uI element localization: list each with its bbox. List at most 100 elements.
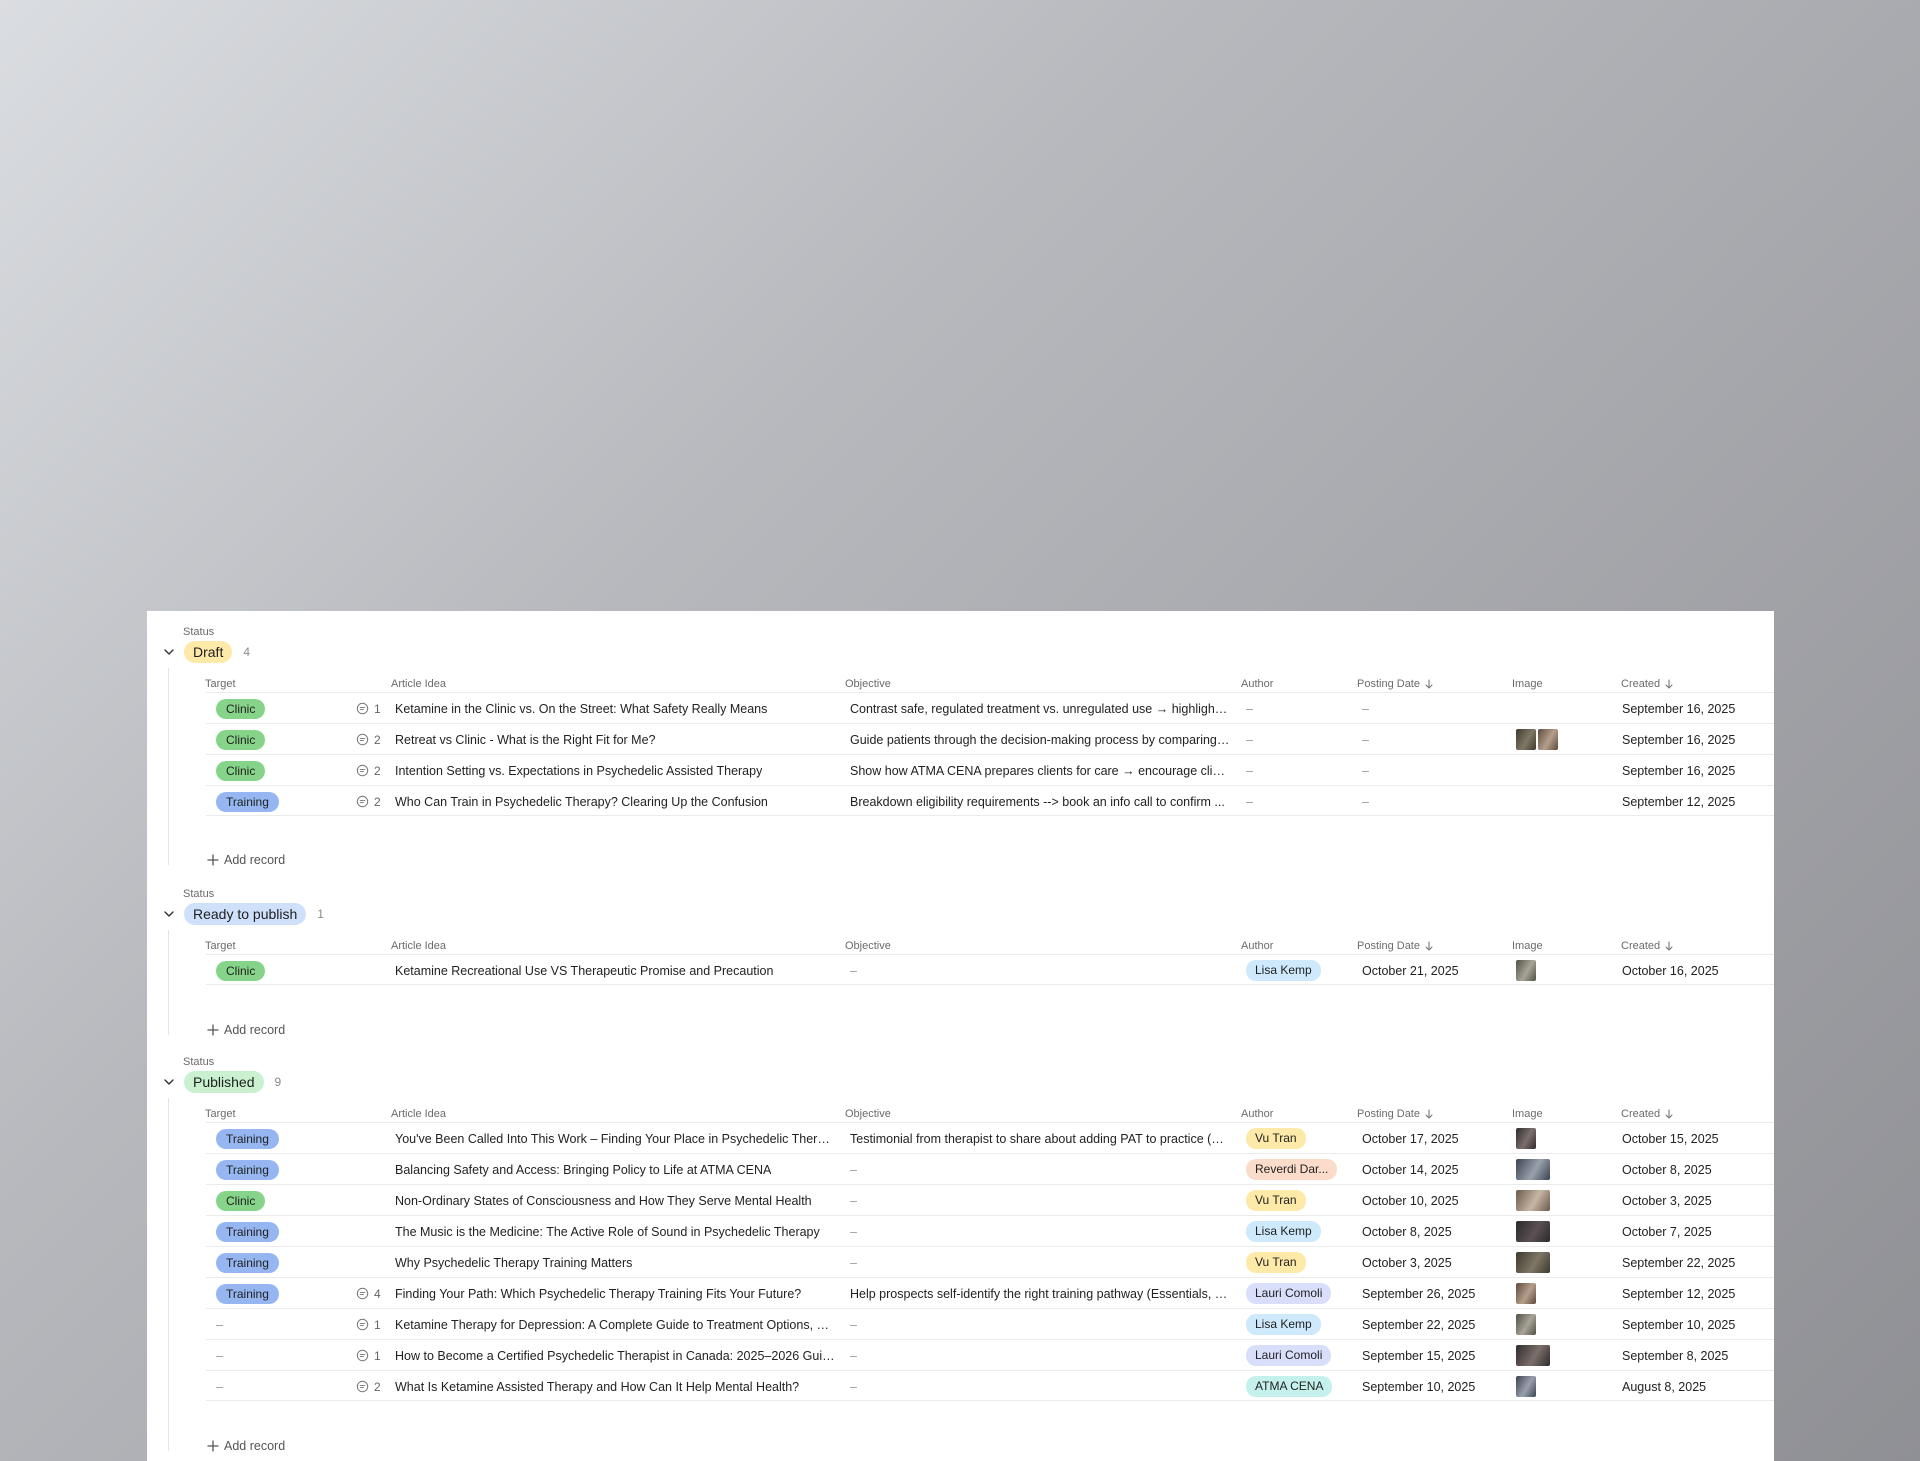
author-cell[interactable]: Lisa Kemp bbox=[1246, 1216, 1321, 1247]
author-cell[interactable]: Vu Tran bbox=[1246, 1247, 1306, 1278]
author-cell[interactable]: Lauri Comoli bbox=[1246, 1340, 1332, 1371]
image-thumbnail[interactable] bbox=[1516, 1159, 1550, 1180]
article-idea-cell[interactable]: Ketamine Therapy for Depression: A Compl… bbox=[395, 1309, 835, 1340]
created-cell[interactable]: October 15, 2025 bbox=[1622, 1123, 1719, 1154]
image-cell[interactable] bbox=[1516, 1123, 1536, 1154]
comments[interactable]: 4 bbox=[356, 1287, 381, 1301]
article-idea-cell[interactable]: The Music is the Medicine: The Active Ro… bbox=[395, 1216, 835, 1247]
column-header-author[interactable]: Author bbox=[1241, 1108, 1273, 1120]
table-row[interactable]: Training Why Psychedelic Therapy Training… bbox=[206, 1246, 1774, 1277]
comments[interactable]: 1 bbox=[356, 1318, 381, 1332]
objective-cell[interactable]: – bbox=[850, 1309, 1230, 1340]
article-idea-cell[interactable]: Non-Ordinary States of Consciousness and… bbox=[395, 1185, 835, 1216]
database-board-view: Status Draft 4 Target Article Idea Objective A… bbox=[147, 611, 1774, 1461]
objective-cell[interactable]: Help prospects self-identify the right t… bbox=[850, 1278, 1230, 1309]
created-cell[interactable]: September 22, 2025 bbox=[1622, 1247, 1735, 1278]
comment-count-cell[interactable]: 1 bbox=[356, 1340, 381, 1371]
author-cell[interactable]: Vu Tran bbox=[1246, 1185, 1306, 1216]
column-header-target[interactable]: Target bbox=[205, 1108, 236, 1120]
objective-cell[interactable]: – bbox=[850, 1340, 1230, 1371]
author-cell[interactable]: Lisa Kemp bbox=[1246, 1309, 1321, 1340]
table-row[interactable]: – 1 How to Become a Certified Psychedelic … bbox=[206, 1339, 1774, 1370]
table-row[interactable]: – 2 What Is Ketamine Assisted Therapy and … bbox=[206, 1370, 1774, 1401]
column-header-objective[interactable]: Objective bbox=[845, 1108, 891, 1120]
image-cell[interactable] bbox=[1516, 1340, 1550, 1371]
target-cell[interactable]: Training bbox=[216, 1278, 279, 1309]
add-record-button[interactable]: Add record bbox=[207, 1439, 285, 1453]
article-idea-cell[interactable]: You've Been Called Into This Work – Find… bbox=[395, 1123, 835, 1154]
posting-date-cell[interactable]: October 8, 2025 bbox=[1362, 1216, 1452, 1247]
image-thumbnail[interactable] bbox=[1516, 1345, 1550, 1366]
posting-date-cell[interactable]: September 22, 2025 bbox=[1362, 1309, 1475, 1340]
target-cell[interactable]: Training bbox=[216, 1247, 279, 1278]
article-idea-cell[interactable]: What Is Ketamine Assisted Therapy and Ho… bbox=[395, 1371, 835, 1402]
created-cell[interactable]: September 10, 2025 bbox=[1622, 1309, 1735, 1340]
author-cell[interactable]: ATMA CENA bbox=[1246, 1371, 1333, 1402]
column-header-image[interactable]: Image bbox=[1512, 1108, 1543, 1120]
image-cell[interactable] bbox=[1516, 1309, 1536, 1340]
posting-date-cell[interactable]: October 17, 2025 bbox=[1362, 1123, 1459, 1154]
target-cell[interactable]: Training bbox=[216, 1123, 279, 1154]
image-thumbnail[interactable] bbox=[1516, 1128, 1536, 1149]
created-cell[interactable]: September 8, 2025 bbox=[1622, 1340, 1728, 1371]
table-row[interactable]: Training The Music is the Medicine: The A… bbox=[206, 1215, 1774, 1246]
table-row[interactable]: Training 4 Finding Your Path: Which Psyche… bbox=[206, 1277, 1774, 1308]
target-cell[interactable]: – bbox=[216, 1340, 223, 1371]
image-cell[interactable] bbox=[1516, 1154, 1550, 1185]
table-row[interactable]: Clinic Non-Ordinary States of Consciousne… bbox=[206, 1184, 1774, 1215]
image-thumbnail[interactable] bbox=[1516, 1221, 1550, 1242]
created-cell[interactable]: October 8, 2025 bbox=[1622, 1154, 1712, 1185]
target-cell[interactable]: Clinic bbox=[216, 1185, 266, 1216]
author-cell[interactable]: Reverdi Dar... bbox=[1246, 1154, 1338, 1185]
objective-cell[interactable]: Testimonial from therapist to share abou… bbox=[850, 1123, 1230, 1154]
target-cell[interactable]: – bbox=[216, 1309, 223, 1340]
image-thumbnail[interactable] bbox=[1516, 1376, 1536, 1397]
image-cell[interactable] bbox=[1516, 1278, 1536, 1309]
objective-cell[interactable]: – bbox=[850, 1154, 1230, 1185]
comments[interactable]: 2 bbox=[356, 1380, 381, 1394]
posting-date-cell[interactable]: September 10, 2025 bbox=[1362, 1371, 1475, 1402]
objective-cell[interactable]: – bbox=[850, 1371, 1230, 1402]
posting-date-cell[interactable]: September 26, 2025 bbox=[1362, 1278, 1475, 1309]
column-header-article-idea[interactable]: Article Idea bbox=[391, 1108, 446, 1120]
article-idea-cell[interactable]: Balancing Safety and Access: Bringing Po… bbox=[395, 1154, 835, 1185]
image-thumbnail[interactable] bbox=[1516, 1283, 1536, 1304]
column-header-posting-date[interactable]: Posting Date bbox=[1357, 1108, 1434, 1120]
posting-date-cell[interactable]: October 14, 2025 bbox=[1362, 1154, 1459, 1185]
article-idea-cell[interactable]: How to Become a Certified Psychedelic Th… bbox=[395, 1340, 835, 1371]
created-cell[interactable]: August 8, 2025 bbox=[1622, 1371, 1706, 1402]
table-row[interactable]: Training You've Been Called Into This Wor… bbox=[206, 1122, 1774, 1153]
image-cell[interactable] bbox=[1516, 1371, 1536, 1402]
created-cell[interactable]: September 12, 2025 bbox=[1622, 1278, 1735, 1309]
author-cell[interactable]: Lauri Comoli bbox=[1246, 1278, 1332, 1309]
created-cell[interactable]: October 3, 2025 bbox=[1622, 1185, 1712, 1216]
image-thumbnail[interactable] bbox=[1516, 1252, 1550, 1273]
posting-date-cell[interactable]: October 3, 2025 bbox=[1362, 1247, 1452, 1278]
created-date: September 22, 2025 bbox=[1622, 1255, 1736, 1270]
article-idea-cell[interactable]: Why Psychedelic Therapy Training Matters bbox=[395, 1247, 835, 1278]
author-cell[interactable]: Vu Tran bbox=[1246, 1123, 1306, 1154]
posting-date-cell[interactable]: September 15, 2025 bbox=[1362, 1340, 1475, 1371]
column-header-created[interactable]: Created bbox=[1621, 1108, 1674, 1120]
target-cell[interactable]: – bbox=[216, 1371, 223, 1402]
comment-count-cell[interactable]: 2 bbox=[356, 1371, 381, 1402]
objective-cell[interactable]: – bbox=[850, 1247, 1230, 1278]
article-idea-cell[interactable]: Finding Your Path: Which Psychedelic The… bbox=[395, 1278, 835, 1309]
comment-count-cell[interactable]: 1 bbox=[356, 1309, 381, 1340]
posting-date-cell[interactable]: October 10, 2025 bbox=[1362, 1185, 1459, 1216]
table-row[interactable]: Training Balancing Safety and Access: Bri… bbox=[206, 1153, 1774, 1184]
table-row[interactable]: – 1 Ketamine Therapy for Depression: A Com… bbox=[206, 1308, 1774, 1339]
image-thumbnail[interactable] bbox=[1516, 1314, 1536, 1335]
image-cell[interactable] bbox=[1516, 1216, 1550, 1247]
chevron-down-icon[interactable] bbox=[161, 1074, 177, 1090]
comments[interactable]: 1 bbox=[356, 1349, 381, 1363]
objective-cell[interactable]: – bbox=[850, 1185, 1230, 1216]
target-cell[interactable]: Training bbox=[216, 1154, 279, 1185]
comment-count-cell[interactable]: 4 bbox=[356, 1278, 381, 1309]
target-cell[interactable]: Training bbox=[216, 1216, 279, 1247]
created-cell[interactable]: October 7, 2025 bbox=[1622, 1216, 1712, 1247]
image-thumbnail[interactable] bbox=[1516, 1190, 1550, 1211]
image-cell[interactable] bbox=[1516, 1247, 1550, 1278]
image-cell[interactable] bbox=[1516, 1185, 1550, 1216]
objective-cell[interactable]: – bbox=[850, 1216, 1230, 1247]
